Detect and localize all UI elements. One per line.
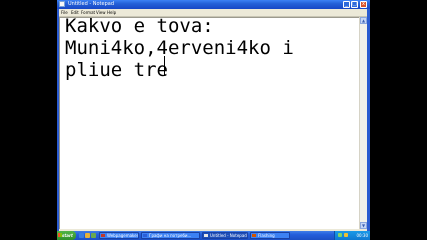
task-label: Webpagemaker — [107, 233, 139, 238]
text-editor[interactable]: Kakvo e tova: Muni4ko,4erveni4ko i pliue… — [59, 15, 359, 229]
scroll-up-icon[interactable]: ▲ — [360, 17, 367, 24]
task-notepad[interactable]: Untitled - Notepad — [202, 232, 248, 239]
start-label: start — [62, 233, 73, 238]
volume-icon[interactable] — [344, 233, 348, 237]
system-tray: 00:30 — [334, 231, 370, 240]
task-webpagemaker[interactable]: Webpagemaker — [99, 232, 139, 239]
screen: Untitled - Notepad _ □ x File Edit Forma… — [57, 0, 370, 240]
task-label: Flashing — [258, 233, 275, 238]
notepad-icon — [204, 234, 208, 237]
task-label: Untitled - Notepad — [210, 233, 247, 238]
task-flashing[interactable]: Flashing — [250, 232, 290, 239]
windows-logo-icon — [58, 233, 62, 237]
start-button[interactable]: start — [57, 231, 76, 240]
text-line-2: Muni4ko,4erveni4ko i — [65, 37, 294, 59]
task-label: Графи на потреби... — [149, 233, 192, 238]
quicklaunch-ie-icon[interactable] — [79, 233, 84, 238]
maximize-button[interactable]: □ — [351, 1, 358, 8]
quicklaunch-media-icon[interactable] — [91, 233, 96, 238]
text-line-1: Kakvo e tova: — [65, 15, 214, 37]
quicklaunch-desktop-icon[interactable] — [85, 233, 90, 238]
word-document-icon — [143, 234, 147, 237]
text-line-3: pliue tre — [65, 59, 168, 81]
title-bar[interactable]: Untitled - Notepad _ □ x — [57, 0, 370, 9]
scroll-down-icon[interactable]: ▼ — [360, 222, 367, 229]
notepad-icon — [59, 1, 65, 7]
minimize-button[interactable]: _ — [343, 1, 350, 8]
taskbar: start Webpagemaker Графи на потреби... U… — [57, 231, 370, 240]
task-document[interactable]: Графи на потреби... — [141, 232, 200, 239]
window-border-right — [367, 9, 370, 231]
window-title: Untitled - Notepad — [68, 1, 115, 7]
network-icon[interactable] — [338, 233, 342, 237]
vertical-scrollbar[interactable]: ▲ ▼ — [359, 17, 367, 229]
close-button[interactable]: x — [360, 1, 367, 8]
clock[interactable]: 00:30 — [356, 231, 368, 240]
webpagemaker-icon — [101, 234, 105, 237]
flash-icon — [252, 234, 256, 237]
text-caret — [164, 56, 165, 76]
